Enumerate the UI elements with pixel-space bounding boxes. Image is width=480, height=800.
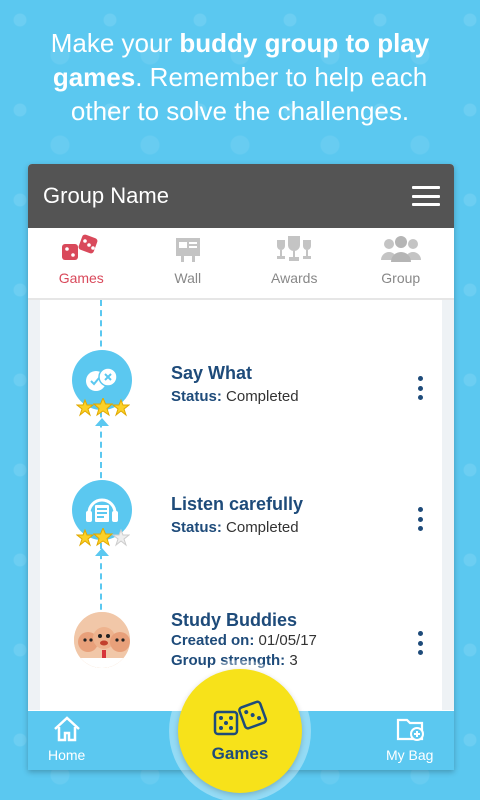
list-item[interactable]: Say What Status: Completed (28, 350, 454, 460)
status-label: Status: (171, 519, 222, 536)
folder-add-icon (396, 718, 424, 741)
tab-wall-label: Wall (174, 270, 202, 286)
group-title: Group Name (43, 183, 169, 208)
nav-home-label: Home (48, 747, 86, 763)
strength-value: 3 (289, 652, 298, 669)
games-fab-button[interactable]: Games (178, 669, 302, 793)
wall-board-icon (173, 234, 203, 264)
more-options-icon[interactable] (416, 507, 424, 531)
topbar: Group Name (28, 164, 454, 228)
people-icon (379, 234, 423, 264)
game-name[interactable]: Listen carefully (171, 494, 303, 515)
created-value: 01/05/17 (258, 632, 317, 649)
hamburger-menu-icon[interactable] (412, 186, 440, 206)
star-rating (76, 398, 130, 418)
games-fab-label: Games (211, 744, 269, 763)
group-name[interactable]: Study Buddies (171, 610, 297, 631)
nav-my-bag[interactable]: My Bag (386, 715, 433, 763)
games-list: Say What Status: Completed Listen carefu… (28, 300, 454, 710)
headline-text-1: Make your (50, 28, 180, 58)
status-value: Completed (226, 388, 299, 405)
timeline-arrow (95, 418, 109, 426)
list-item[interactable]: Listen carefully Status: Completed (28, 480, 454, 590)
headline: Make your buddy group to play games. Rem… (30, 26, 450, 128)
star-rating (76, 528, 130, 548)
dice-icon (60, 234, 102, 264)
tab-group-label: Group (381, 270, 421, 286)
dice-icon (213, 700, 268, 736)
game-status: Status: Completed (171, 388, 299, 405)
trophies-icon (273, 234, 315, 264)
tab-bar: Games Wall Awards Group (28, 228, 454, 300)
nav-home[interactable]: Home (48, 715, 85, 763)
group-photo (72, 610, 132, 670)
more-options-icon[interactable] (416, 376, 424, 400)
tab-games-label: Games (58, 270, 104, 286)
status-label: Status: (171, 388, 222, 405)
timeline-arrow (95, 548, 109, 556)
tab-awards[interactable]: Awards (241, 228, 348, 298)
tab-awards-label: Awards (271, 270, 318, 286)
status-value: Completed (226, 519, 299, 536)
home-icon (53, 716, 80, 742)
created-label: Created on: (171, 632, 255, 649)
tab-group[interactable]: Group (348, 228, 455, 298)
game-name[interactable]: Say What (171, 363, 252, 384)
game-status: Status: Completed (171, 519, 299, 536)
created-on: Created on: 01/05/17 (171, 632, 317, 649)
nav-my-bag-label: My Bag (386, 747, 434, 763)
more-options-icon[interactable] (416, 631, 424, 655)
tab-wall[interactable]: Wall (135, 228, 242, 298)
tab-games[interactable]: Games (28, 228, 135, 298)
